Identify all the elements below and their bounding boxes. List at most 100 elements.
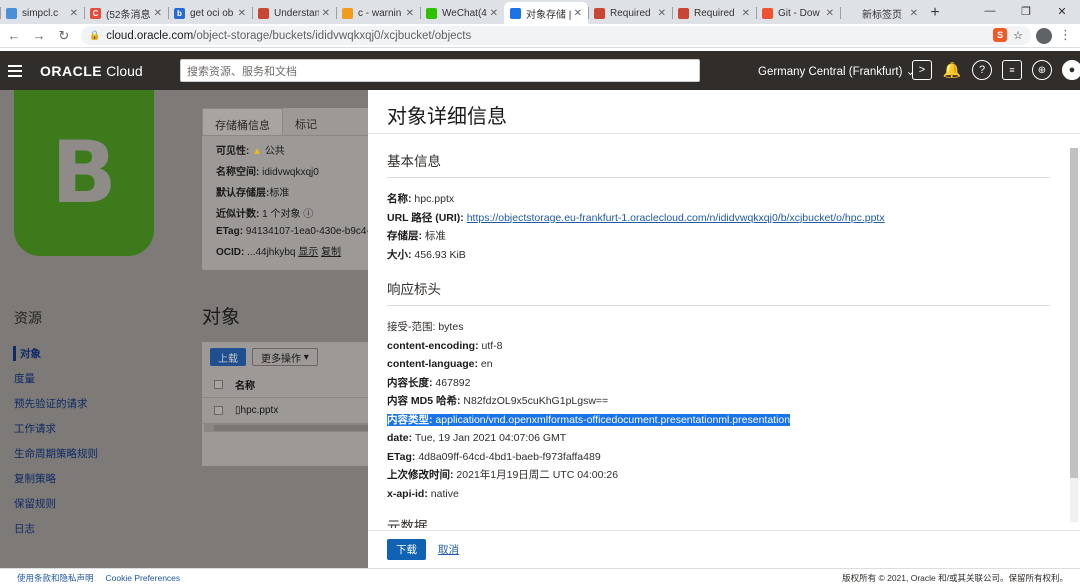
star-icon[interactable]: ☆ [1013,29,1023,42]
new-tab-icon[interactable]: + [924,2,946,24]
user-avatar-icon[interactable]: ● [1062,60,1080,80]
browser-tab[interactable]: Understan ✕ [252,2,336,24]
response-header-row: content-language: en [387,355,1050,374]
tab-close-icon[interactable]: ✕ [406,8,414,19]
more-actions-button[interactable]: 更多操作 ▾ [252,348,318,366]
response-header-row: content-encoding: utf-8 [387,337,1050,356]
url-field[interactable]: 🔒 cloud.oracle.com/object-storage/bucket… [81,26,1031,45]
bucket-tabs: 存储桶信息 标记 [202,108,368,136]
back-icon[interactable]: ← [3,28,25,43]
terms-link[interactable]: 使用条款和隐私声明 [17,572,94,584]
bucket-logo: B [14,90,154,256]
header-text: content-language: en [387,358,493,370]
resource-nav-item[interactable]: 日志 [14,521,184,536]
favicon-icon: C [90,7,101,19]
chat-icon[interactable]: ≡ [1002,60,1022,80]
forward-icon[interactable]: → [28,28,50,43]
response-header-row: ETag: 4d8a09ff-64cd-4bd1-baeb-f973faffa4… [387,448,1050,467]
hamburger-menu-icon[interactable] [8,64,22,77]
resource-nav-item[interactable]: 预先验证的请求 [14,396,184,411]
maximize-icon[interactable]: ❐ [1008,0,1044,22]
resource-nav-item[interactable]: 对象 [13,346,184,361]
table-header: 名称 [202,372,368,398]
bell-icon[interactable]: 🔔 [942,60,962,80]
bucket-info-card: 存储桶信息 标记 可见性: ▲ 公共 名称空间: ididvwqkxqj0 默认… [202,108,368,270]
name-row: 名称: hpc.pptx [387,193,455,205]
browser-menu-icon[interactable]: ⋮ [1059,27,1072,43]
tab-close-icon[interactable]: ✕ [70,8,78,19]
resource-nav-item[interactable]: 复制策略 [14,471,184,486]
browser-tab[interactable]: 对象存储 | ✕ [504,2,588,24]
region-selector[interactable]: Germany Central (Frankfurt) ⌄ [758,64,915,78]
copyright: 版权所有 © 2021, Oracle 和/或其关联公司。保留所有权利。 [842,573,1068,583]
tab-close-icon[interactable]: ✕ [490,8,498,19]
tab-close-icon[interactable]: ✕ [238,8,246,19]
browser-tab[interactable]: Git - Dow ✕ [756,2,840,24]
browser-tab[interactable]: Required ✕ [672,2,756,24]
browser-tab[interactable]: C (52条消息 ✕ [84,2,168,24]
browser-tab[interactable]: simpcl.c ✕ [0,2,84,24]
browser-tab-bar: simpcl.c ✕ C (52条消息 ✕ b get oci ob ✕ Understan ✕ c… [0,0,1080,24]
favicon-icon [342,7,353,19]
help-icon[interactable]: ? [972,60,992,80]
upload-button[interactable]: 上载 [210,348,246,366]
browser-tab[interactable]: b get oci ob ✕ [168,2,252,24]
cookie-preferences-link[interactable]: Cookie Preferences [106,573,181,583]
favicon-icon [426,7,437,19]
tab-title: c - warnin [358,7,402,19]
ocid-copy-link[interactable]: 复制 [321,247,341,258]
response-headers-list: 接受-范围: bytes content-encoding: utf-8 conte… [387,318,1050,503]
object-name[interactable]: hpc.pptx [241,405,279,416]
resource-nav-item[interactable]: 工作请求 [14,421,184,436]
scroll-thumb[interactable] [1070,148,1078,478]
browser-tab[interactable]: WeChat(4 ✕ [420,2,504,24]
header-text: 接受-范围: bytes [387,321,464,333]
extension-icon[interactable]: S [993,28,1008,42]
response-header-row: date: Tue, 19 Jan 2021 04:07:06 GMT [387,429,1050,448]
tab-close-icon[interactable]: ✕ [658,8,666,19]
tab-close-icon[interactable]: ✕ [154,8,162,19]
etag-row: ETag: 94134107-1ea0-430e-b9c4-d [216,226,368,237]
resource-nav-item[interactable]: 生命周期策略规则 [14,446,184,461]
download-button[interactable]: 下载 [387,539,426,560]
info-icon[interactable]: ⓘ [303,209,313,220]
browser-tab[interactable]: c - warnin ✕ [336,2,420,24]
tab-close-icon[interactable]: ✕ [826,8,834,19]
tab-close-icon[interactable]: ✕ [910,8,918,19]
close-window-icon[interactable]: ✕ [1044,0,1080,22]
panel-title: 对象详细信息 [387,106,507,128]
object-details-panel: 对象详细信息 基本信息 名称: hpc.pptx URL 路径 (URI): h… [368,90,1080,568]
profile-avatar-icon[interactable] [1036,28,1052,44]
cancel-button[interactable]: 取消 [438,542,459,557]
tab-close-icon[interactable]: ✕ [322,8,330,19]
tab-title: Git - Dow [778,7,820,19]
resources-nav: 对象度量预先验证的请求 工作请求生命周期策略规则 复制策略保留规则日志 [13,346,184,546]
tab-close-icon[interactable]: ✕ [742,8,750,19]
vertical-scrollbar[interactable] [1070,148,1078,522]
search-input[interactable]: 搜索资源、服务和文档 [180,59,700,82]
tab-tags[interactable]: 标记 [283,108,329,135]
globe-icon[interactable]: ⊕ [1032,60,1052,80]
browser-tab[interactable]: Required ✕ [588,2,672,24]
browser-tab[interactable]: 新标签页 ✕ [840,2,924,24]
tab-title: WeChat(4 [442,7,487,19]
ocid-show-link[interactable]: 显示 [298,247,318,258]
page-footer: 使用条款和隐私声明 Cookie Preferences 版权所有 © 2021… [0,568,1080,587]
resource-nav-item[interactable]: 保留规则 [14,496,184,511]
uri-row: URL 路径 (URI): https://objectstorage.eu-f… [387,211,885,224]
tab-bucket-info[interactable]: 存储桶信息 [202,108,283,135]
response-header-row: 内容类型: application/vnd.openxmlformats-off… [387,411,1050,430]
resource-nav-item[interactable]: 度量 [14,371,184,386]
minimize-icon[interactable]: — [972,0,1008,22]
favicon-icon [258,7,269,19]
uri-link[interactable]: https://objectstorage.eu-frankfurt-1.ora… [467,212,885,224]
tab-close-icon[interactable]: ✕ [574,8,582,19]
select-all-checkbox[interactable] [214,380,223,389]
row-checkbox[interactable] [214,406,223,415]
table-row[interactable]: ▯ hpc.pptx [202,398,368,424]
ocid-row: OCID: ...44jhkybq 显示 复制 [216,247,342,258]
oracle-cloud-logo[interactable]: ORACLE Cloud [40,63,143,79]
cloud-shell-icon[interactable]: > [912,60,932,80]
horizontal-scrollbar[interactable] [204,424,368,432]
reload-icon[interactable]: ↻ [53,28,75,44]
